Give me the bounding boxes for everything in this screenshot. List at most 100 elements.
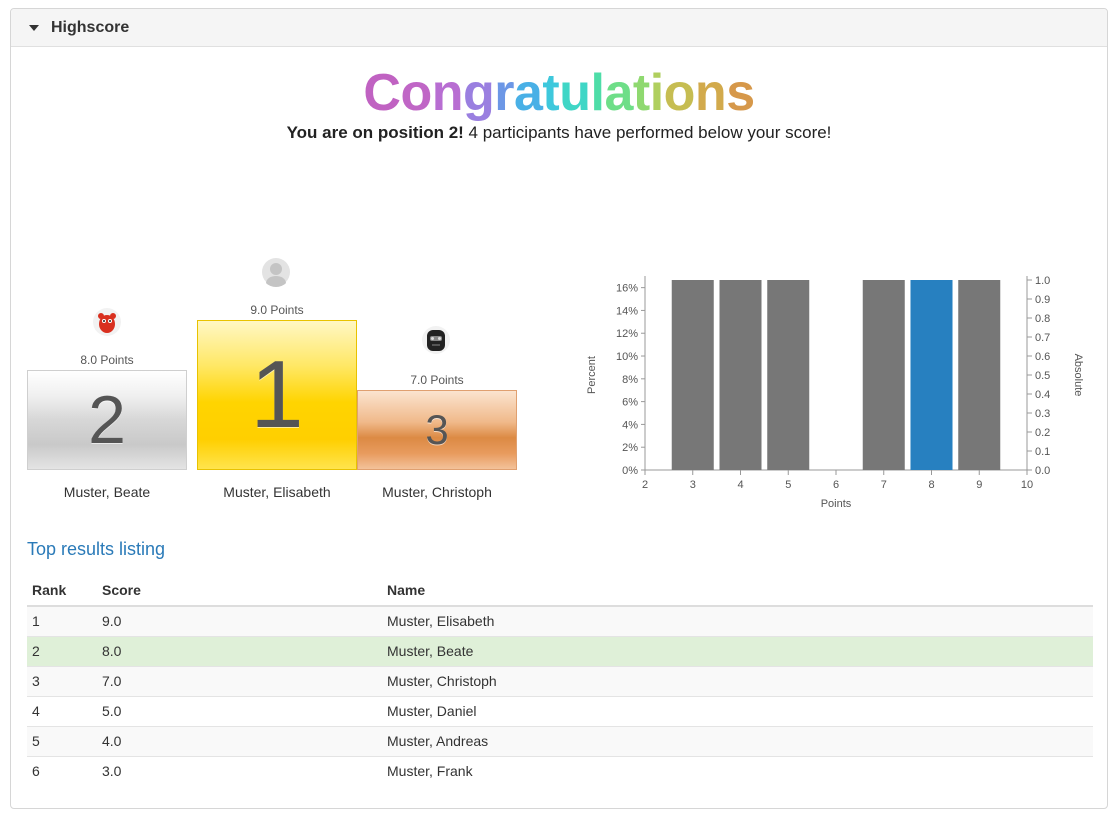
cell-name: Muster, Daniel — [382, 695, 1093, 726]
panel-title: Highscore — [51, 18, 130, 36]
table-row: 1 9.0 Muster, Elisabeth — [27, 605, 1093, 636]
table-row: 3 7.0 Muster, Christoph — [27, 665, 1093, 696]
table-row: 4 5.0 Muster, Daniel — [27, 695, 1093, 726]
y-tick-label: 0% — [622, 465, 638, 477]
x-tick-label: 6 — [833, 479, 839, 491]
podium-block-2: 2 — [27, 370, 187, 470]
podium-points-2: 8.0 Points — [80, 353, 134, 367]
y2-tick-label: 0.9 — [1035, 294, 1050, 306]
chart-bar — [862, 280, 905, 470]
congrats-letter: l — [590, 64, 605, 122]
podium-name-3: Muster, Christoph — [382, 484, 492, 500]
y2-tick-label: 0.0 — [1035, 465, 1050, 477]
x-tick-label: 10 — [1021, 479, 1033, 491]
podium-name-1: Muster, Elisabeth — [223, 484, 331, 500]
congrats-letter: a — [604, 64, 633, 122]
podium-points-1: 9.0 Points — [250, 303, 304, 317]
table-row: 5 4.0 Muster, Andreas — [27, 725, 1093, 756]
y2-tick-label: 0.7 — [1035, 332, 1050, 344]
y2-tick-label: 0.1 — [1035, 446, 1050, 458]
congrats-letter: C — [363, 64, 401, 122]
position-message-bold: You are on position 2! — [286, 123, 464, 142]
podium: 8.0 Points 2 Muster, Beate 9.0 Points 1 … — [27, 239, 517, 509]
chart-bar — [767, 280, 810, 470]
cell-rank: 1 — [27, 605, 97, 636]
x-tick-label: 5 — [785, 479, 791, 491]
y-tick-label: 14% — [616, 305, 638, 317]
points-distribution-chart: 0% 2% 4% 6% 8% 10% 12% 14% 16% 0.0 0.1 0.2 0.3 0.4 0.5… — [579, 265, 1099, 515]
chart-bar — [958, 280, 1001, 470]
header-name[interactable]: Name — [382, 575, 1093, 607]
chart-svg: 0% 2% 4% 6% 8% 10% 12% 14% 16% 0.0 0.1 0.2 0.3 0.4 0.5… — [586, 275, 1084, 510]
y-tick-label: 8% — [622, 374, 638, 386]
cell-score: 5.0 — [97, 695, 382, 726]
podium-place-3: 3 — [425, 406, 449, 453]
congrats-letter: g — [462, 64, 495, 122]
y2-tick-label: 0.5 — [1035, 370, 1050, 382]
listing-title: Top results listing — [27, 539, 166, 559]
congrats-letter: i — [649, 64, 664, 122]
results-table: Rank Score Name 1 9.0 Muster, Elisabeth 2 8.… — [27, 575, 1093, 786]
x-axis-label: Points — [821, 498, 852, 510]
x-tick-label: 4 — [737, 479, 743, 491]
cell-name: Muster, Christoph — [382, 665, 1093, 696]
default-user-avatar — [261, 257, 291, 287]
congrats-letter: o — [663, 64, 696, 122]
cell-score: 3.0 — [97, 755, 382, 786]
table-row: 6 3.0 Muster, Frank — [27, 755, 1093, 786]
podium-place-2: 2 — [88, 382, 126, 458]
results-header-row: Rank Score Name — [27, 575, 1093, 607]
cell-rank: 2 — [27, 635, 97, 666]
cell-name: Muster, Beate — [382, 635, 1093, 666]
cell-rank: 3 — [27, 665, 97, 696]
cell-rank: 5 — [27, 725, 97, 756]
chart-bar — [719, 280, 762, 470]
red-monster-avatar — [92, 307, 122, 337]
x-tick-label: 3 — [690, 479, 696, 491]
cell-rank: 6 — [27, 755, 97, 786]
y2-tick-label: 1.0 — [1035, 275, 1050, 287]
congrats-letter: a — [513, 64, 543, 122]
podium-points-3: 7.0 Points — [410, 373, 464, 387]
chart-bar — [910, 280, 953, 470]
cell-name: Muster, Elisabeth — [382, 605, 1093, 636]
x-tick-label: 7 — [881, 479, 887, 491]
y-tick-label: 2% — [622, 442, 638, 454]
dark-robot-avatar — [421, 325, 451, 355]
x-tick-label: 9 — [976, 479, 982, 491]
y2-tick-label: 0.4 — [1035, 389, 1050, 401]
chart-bar — [671, 280, 714, 470]
header-rank[interactable]: Rank — [27, 575, 97, 607]
y-axis-label: Percent — [586, 356, 598, 394]
cell-score: 4.0 — [97, 725, 382, 756]
header-score[interactable]: Score — [97, 575, 382, 607]
congrats-letter: n — [431, 64, 464, 122]
congrats-letter: o — [400, 64, 432, 122]
position-message-rest: 4 participants have performed below your… — [463, 123, 832, 142]
congrats-letter: u — [559, 64, 591, 122]
congrats-letter: n — [694, 64, 727, 122]
cell-score: 9.0 — [97, 605, 382, 636]
podium-place-1: 1 — [250, 341, 304, 448]
x-tick-label: 8 — [928, 479, 934, 491]
cell-score: 8.0 — [97, 635, 382, 666]
congrats-letter: s — [726, 64, 755, 122]
congrats-letter: r — [494, 64, 514, 122]
highscore-panel-header[interactable]: Highscore — [11, 9, 1107, 47]
podium-name-2: Muster, Beate — [63, 484, 151, 500]
y2-axis-label: Absolute — [1072, 354, 1084, 397]
cell-score: 7.0 — [97, 665, 382, 696]
congrats-letter: t — [542, 64, 560, 122]
position-message: You are on position 2! 4 participants ha… — [11, 123, 1107, 143]
table-row: 2 8.0 Muster, Beate — [27, 635, 1093, 666]
caret-down-icon[interactable] — [29, 24, 39, 31]
podium-block-1: 1 — [197, 320, 357, 470]
y-tick-label: 4% — [622, 419, 638, 431]
y-tick-label: 16% — [616, 283, 638, 295]
podium-block-3: 3 — [357, 390, 517, 470]
highscore-panel: Highscore Congratulations You are on pos… — [10, 8, 1108, 809]
congratulations-heading: Congratulations — [11, 63, 1107, 123]
cell-rank: 4 — [27, 695, 97, 726]
y2-tick-label: 0.8 — [1035, 313, 1050, 325]
y2-tick-label: 0.3 — [1035, 408, 1050, 420]
